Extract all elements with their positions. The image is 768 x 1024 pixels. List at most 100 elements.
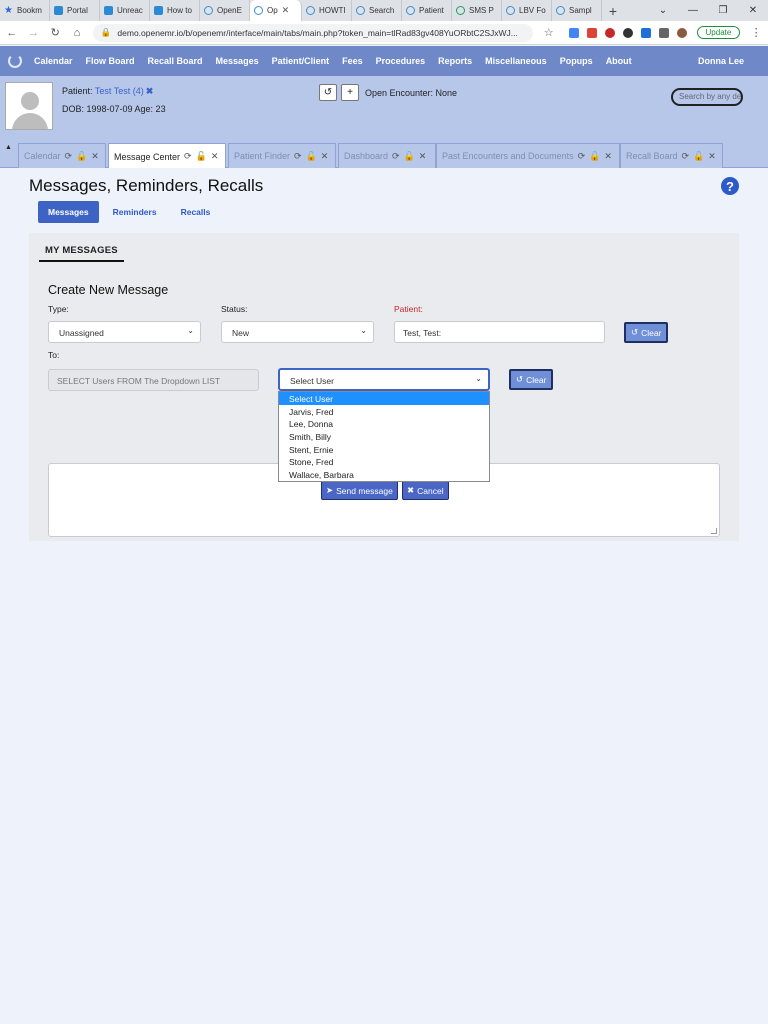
nav-popups[interactable]: Popups: [560, 56, 593, 66]
refresh-icon[interactable]: ⟳: [184, 151, 192, 162]
nav-recall-board[interactable]: Recall Board: [148, 56, 203, 66]
recipients-field[interactable]: SELECT Users FROM The Dropdown LIST: [48, 369, 259, 391]
nav-reports[interactable]: Reports: [438, 56, 472, 66]
refresh-icon[interactable]: ⟳: [65, 151, 73, 162]
new-encounter-icon[interactable]: +: [341, 84, 359, 101]
nav-flow-board[interactable]: Flow Board: [86, 56, 135, 66]
minimize-icon[interactable]: —: [678, 0, 708, 21]
patient-field[interactable]: Test, Test:: [394, 321, 605, 343]
user-option[interactable]: Smith, Billy: [279, 430, 489, 443]
clear-recipients-button[interactable]: ↺ Clear: [509, 369, 554, 390]
lock-icon[interactable]: 🔓: [404, 151, 415, 162]
tab-patient-finder[interactable]: Patient Finder ⟳ 🔓 ✕: [228, 143, 336, 168]
openemr-logo-icon[interactable]: [8, 54, 22, 68]
translate-icon[interactable]: [568, 27, 579, 38]
clear-patient-icon[interactable]: ✖: [146, 86, 154, 96]
history-icon[interactable]: ↺: [319, 84, 337, 101]
nav-miscellaneous[interactable]: Miscellaneous: [485, 56, 547, 66]
close-icon[interactable]: ✕: [282, 5, 290, 16]
collapse-icon[interactable]: ▲: [5, 144, 12, 151]
tab-recall-board[interactable]: Recall Board ⟳ 🔓 ✕: [620, 143, 723, 168]
extension-blue-icon[interactable]: [640, 27, 651, 38]
user-option[interactable]: Lee, Donna: [279, 417, 489, 430]
new-tab-button[interactable]: +: [602, 0, 624, 21]
browser-tab[interactable]: ★ Bookm: [0, 0, 50, 21]
user-option[interactable]: Stent, Ernie: [279, 443, 489, 456]
nav-patient-client[interactable]: Patient/Client: [272, 56, 330, 66]
pill-reminders[interactable]: Reminders: [103, 201, 167, 223]
forward-icon[interactable]: →: [28, 27, 40, 39]
tab-dashboard[interactable]: Dashboard ⟳ 🔓 ✕: [338, 143, 436, 168]
user-option[interactable]: Wallace, Barbara: [279, 468, 489, 481]
nav-messages[interactable]: Messages: [216, 56, 259, 66]
browser-tab[interactable]: OpenE: [200, 0, 250, 21]
open-encounter-text: Open Encounter: None: [365, 87, 458, 98]
tab-message-center[interactable]: Message Center ⟳ 🔓 ✕: [108, 143, 226, 169]
close-window-icon[interactable]: ✕: [738, 0, 768, 21]
pill-messages[interactable]: Messages: [38, 201, 99, 223]
restore-icon[interactable]: ❐: [708, 0, 738, 21]
tab-past-encounters[interactable]: Past Encounters and Documents ⟳ 🔓 ✕: [436, 143, 620, 168]
cancel-button[interactable]: ✖ Cancel: [402, 481, 449, 500]
menu-icon[interactable]: ⋮: [750, 26, 762, 39]
browser-tab[interactable]: Portal: [50, 0, 100, 21]
close-icon[interactable]: ✕: [211, 151, 219, 162]
user-menu[interactable]: Donna Lee: [698, 56, 744, 66]
nav-about[interactable]: About: [606, 56, 632, 66]
user-option[interactable]: Jarvis, Fred: [279, 405, 489, 418]
reload-icon[interactable]: ↻: [49, 26, 61, 39]
browser-tab[interactable]: How to: [150, 0, 200, 21]
tab-search-icon[interactable]: ⌄: [648, 0, 678, 21]
app-tabs: ▲ Calendar ⟳ 🔓 ✕ Message Center ⟳ 🔓 ✕ Patient …: [0, 140, 768, 169]
refresh-icon[interactable]: ⟳: [682, 151, 690, 162]
help-icon[interactable]: ?: [721, 177, 739, 195]
lock-icon[interactable]: 🔓: [306, 151, 317, 162]
browser-tab[interactable]: HOWTI: [302, 0, 352, 21]
user-select[interactable]: Select User ⌄: [278, 368, 490, 391]
browser-tab[interactable]: SMS P: [452, 0, 502, 21]
avatar-head-shape: [21, 92, 39, 110]
browser-tab[interactable]: Sampl: [552, 0, 602, 21]
type-select[interactable]: Unassigned ⌄: [48, 321, 201, 343]
refresh-icon[interactable]: ⟳: [392, 151, 400, 162]
patient-name-link[interactable]: Test Test (4): [95, 86, 144, 96]
browser-tab[interactable]: Unreac: [100, 0, 150, 21]
bookmark-star-icon[interactable]: ☆: [543, 26, 555, 39]
tab-calendar[interactable]: Calendar ⟳ 🔓 ✕: [18, 143, 106, 168]
close-icon[interactable]: ✕: [419, 151, 427, 162]
nav-calendar[interactable]: Calendar: [34, 56, 73, 66]
browser-tab[interactable]: Patient: [402, 0, 452, 21]
close-icon[interactable]: ✕: [91, 151, 99, 162]
clear-patient-button[interactable]: ↺ Clear: [624, 322, 669, 343]
user-option[interactable]: Stone, Fred: [279, 455, 489, 468]
extension-red-icon[interactable]: [604, 27, 615, 38]
user-option[interactable]: Select User: [279, 392, 489, 405]
browser-tab[interactable]: Search: [352, 0, 402, 21]
lock-icon[interactable]: 🔓: [196, 151, 207, 162]
refresh-icon[interactable]: ⟳: [294, 151, 302, 162]
status-select[interactable]: New ⌄: [221, 321, 374, 343]
resize-handle-icon[interactable]: [711, 528, 717, 534]
back-icon[interactable]: ←: [6, 27, 18, 39]
patient-search-input[interactable]: Search by any de: [671, 88, 743, 106]
refresh-icon[interactable]: ⟳: [578, 151, 586, 162]
lock-icon[interactable]: 🔓: [693, 151, 704, 162]
puzzle-icon[interactable]: [658, 27, 669, 38]
browser-tab-active[interactable]: Op ✕: [250, 0, 302, 21]
nav-fees[interactable]: Fees: [342, 56, 363, 66]
send-message-button[interactable]: ➤ Send message: [321, 481, 398, 500]
browser-tab[interactable]: LBV Fo: [502, 0, 552, 21]
profile-avatar[interactable]: [676, 27, 687, 38]
nav-procedures[interactable]: Procedures: [376, 56, 426, 66]
close-icon[interactable]: ✕: [708, 151, 716, 162]
sync-icon[interactable]: [622, 27, 633, 38]
lock-icon[interactable]: 🔓: [589, 151, 600, 162]
home-icon[interactable]: ⌂: [71, 27, 83, 39]
pill-recalls[interactable]: Recalls: [171, 201, 221, 223]
update-button[interactable]: Update: [696, 26, 741, 39]
url-field[interactable]: 🔒 demo.openemr.io/b/openemr/interface/ma…: [92, 23, 533, 42]
lock-icon[interactable]: 🔓: [76, 151, 87, 162]
close-icon[interactable]: ✕: [604, 151, 612, 162]
close-icon[interactable]: ✕: [321, 151, 329, 162]
gmail-icon[interactable]: [586, 27, 597, 38]
